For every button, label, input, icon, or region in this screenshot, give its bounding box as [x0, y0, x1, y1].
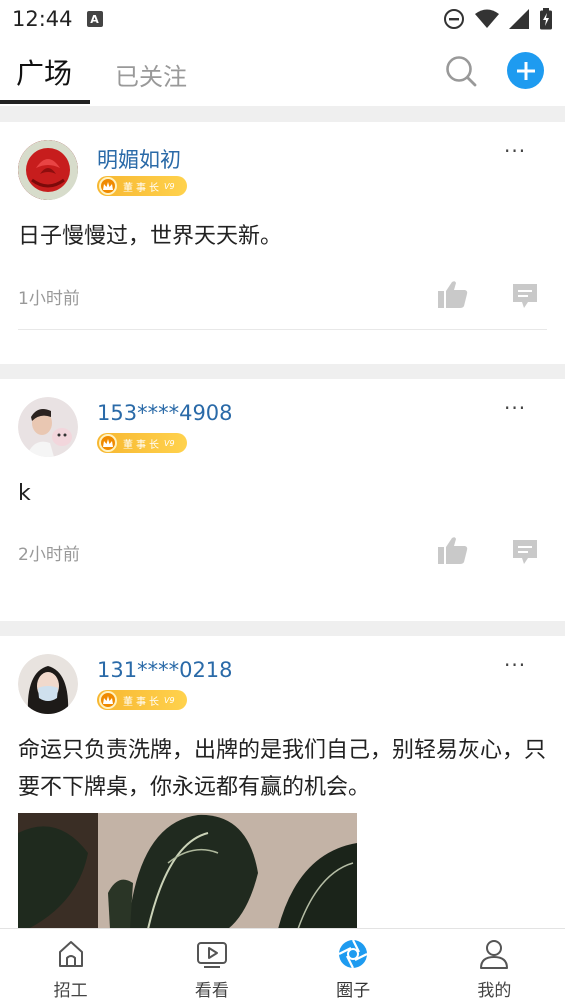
nav-label: 招工 — [53, 981, 88, 1001]
battery-icon — [540, 8, 552, 30]
badge-level: V9 — [164, 438, 175, 448]
video-icon — [196, 942, 227, 968]
post-username[interactable]: 明媚如初 — [97, 144, 181, 174]
level-badge: 董事长 V9 — [97, 176, 187, 196]
nav-label: 圈子 — [336, 981, 371, 1001]
thumbs-up-icon[interactable] — [438, 536, 468, 564]
nav-item-mine[interactable]: 我的 — [424, 929, 565, 1004]
do-not-disturb-icon — [444, 9, 464, 29]
signal-icon — [509, 9, 529, 29]
section-divider — [0, 106, 565, 122]
nav-label: 看看 — [194, 981, 229, 1001]
active-tab-indicator — [0, 100, 90, 104]
thumbs-up-icon[interactable] — [438, 280, 468, 308]
status-time: 12:44 — [12, 7, 73, 31]
bottom-navigation: 招工 看看 圈子 我的 — [0, 928, 565, 1004]
avatar[interactable] — [18, 140, 78, 200]
nav-item-circle[interactable]: 圈子 — [283, 929, 424, 1004]
man-avatar-image — [18, 397, 78, 457]
post-username[interactable]: 131****0218 — [97, 658, 233, 682]
section-divider — [0, 621, 565, 636]
post-text: 命运只负责洗牌，出牌的是我们自己，别轻易灰心，只要不下牌桌，你永远都有赢的机会。 — [18, 738, 547, 800]
plus-circle-icon — [516, 61, 535, 80]
notification-a-icon: A — [86, 11, 103, 27]
feed-post[interactable]: 153****4908 董事长 V9 ··· k 2小时前 — [0, 379, 565, 621]
nav-label: 我的 — [477, 981, 512, 1001]
post-text: k — [18, 481, 31, 506]
comment-icon[interactable] — [511, 538, 539, 566]
badge-title: 董事长 — [123, 696, 162, 708]
rose-avatar-image — [18, 140, 78, 200]
more-options-icon[interactable]: ··· — [504, 398, 526, 418]
plant-leaves-image — [18, 813, 357, 929]
tab-followed[interactable]: 已关注 — [115, 57, 187, 92]
status-bar: 12:44 A — [0, 0, 565, 38]
comment-icon[interactable] — [511, 282, 539, 310]
woman-avatar-image — [18, 654, 78, 714]
badge-title: 董事长 — [123, 439, 162, 451]
more-options-icon[interactable]: ··· — [504, 655, 526, 675]
more-options-icon[interactable]: ··· — [504, 141, 526, 161]
post-time: 1小时前 — [18, 289, 80, 309]
badge-level: V9 — [164, 181, 175, 191]
post-time: 2小时前 — [18, 545, 80, 565]
crown-icon — [99, 434, 117, 452]
search-icon[interactable] — [444, 54, 478, 88]
badge-level: V9 — [164, 695, 175, 705]
top-tab-bar: 广场 已关注 — [0, 38, 565, 106]
tab-square[interactable]: 广场 — [16, 52, 72, 92]
post-text: 日子慢慢过，世界天天新。 — [18, 224, 283, 249]
add-post-button[interactable] — [507, 52, 544, 89]
crown-icon — [99, 177, 117, 195]
app-screen: 12:44 A 广场 已关注 明媚如初 董事长 V9 ··· 日子慢慢过，世界天… — [0, 0, 565, 1004]
post-username[interactable]: 153****4908 — [97, 401, 233, 425]
avatar[interactable] — [18, 654, 78, 714]
person-icon — [480, 940, 509, 969]
crown-icon — [99, 691, 117, 709]
wifi-icon — [475, 9, 499, 28]
status-icons — [443, 8, 553, 30]
home-icon — [58, 941, 83, 967]
post-image[interactable] — [18, 813, 357, 929]
level-badge: 董事长 V9 — [97, 433, 187, 453]
badge-title: 董事长 — [123, 182, 162, 194]
level-badge: 董事长 V9 — [97, 690, 187, 710]
nav-item-recruit[interactable]: 招工 — [0, 929, 141, 1004]
section-divider — [0, 364, 565, 379]
circle-aperture-icon — [338, 939, 368, 969]
nav-item-watch[interactable]: 看看 — [141, 929, 282, 1004]
post-separator — [18, 329, 547, 330]
feed-post[interactable]: 明媚如初 董事长 V9 ··· 日子慢慢过，世界天天新。 1小时前 — [0, 122, 565, 364]
avatar[interactable] — [18, 397, 78, 457]
